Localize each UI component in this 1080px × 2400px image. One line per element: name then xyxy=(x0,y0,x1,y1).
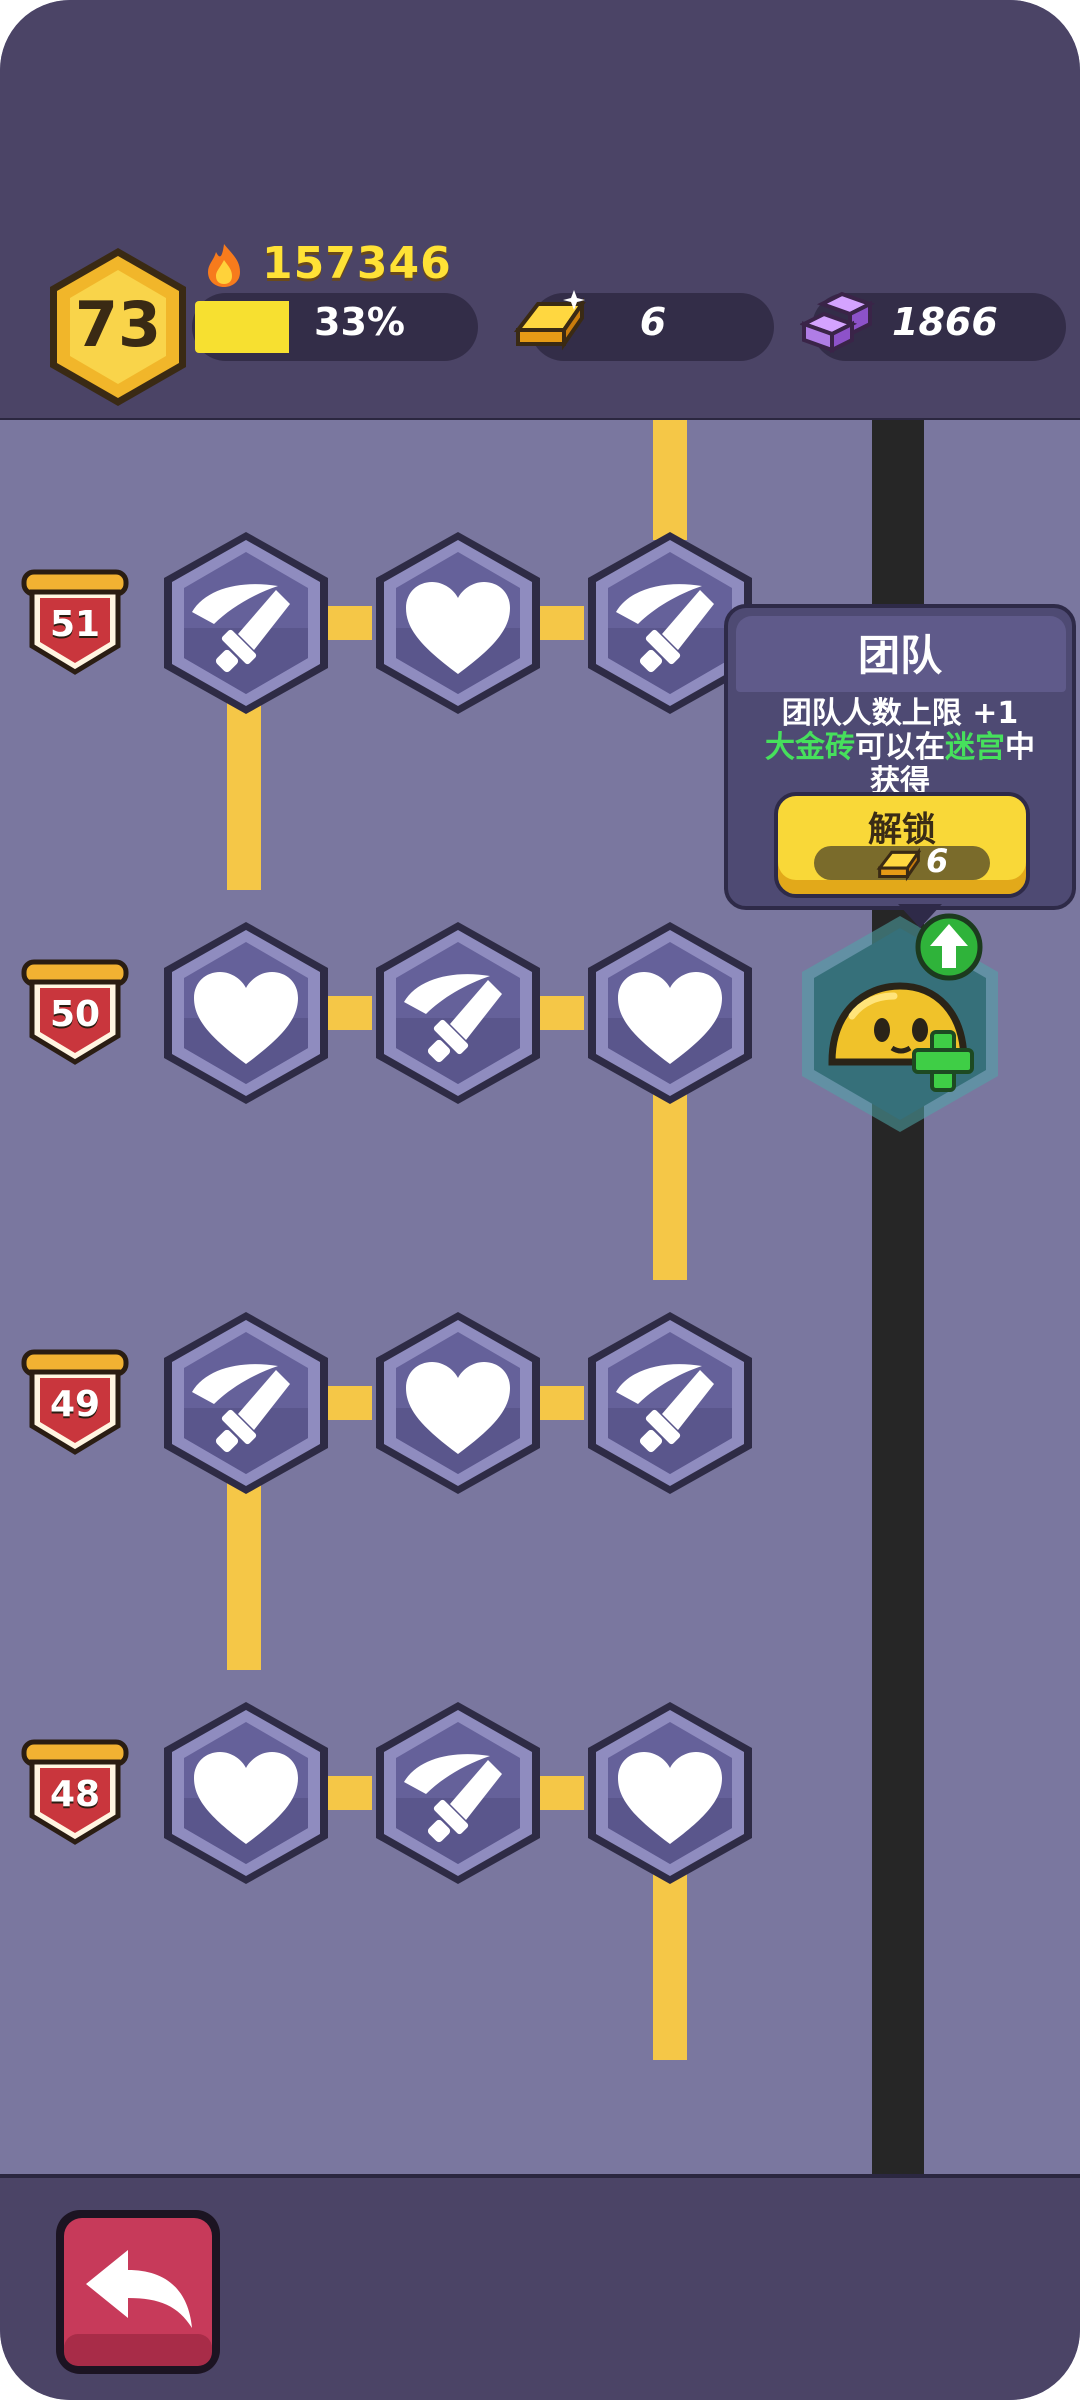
gold-bar-count: 6 xyxy=(639,300,667,344)
top-bar: 73 157346 33% 6 1866 xyxy=(0,0,1080,422)
level-banner-number: 50 xyxy=(49,994,101,1035)
skill-node-sword[interactable] xyxy=(158,528,334,718)
level-banner-number: 51 xyxy=(49,604,101,645)
level-banner-number: 48 xyxy=(49,1774,101,1815)
skill-node-sword[interactable] xyxy=(370,1698,546,1888)
skill-node-sword[interactable] xyxy=(158,1308,334,1498)
connector xyxy=(653,1870,687,2060)
player-level: 73 xyxy=(74,288,162,361)
skill-node-heart[interactable] xyxy=(370,528,546,718)
xp-bar-fill xyxy=(195,301,289,353)
fire-icon xyxy=(208,244,240,287)
skill-node-sword[interactable] xyxy=(370,918,546,1108)
skill-node-heart[interactable] xyxy=(158,1698,334,1888)
score-value: 157346 xyxy=(262,238,452,289)
unlock-button[interactable]: 解锁 6 xyxy=(774,792,1030,898)
back-button[interactable] xyxy=(52,2206,224,2378)
connector xyxy=(653,420,687,540)
level-banner: 51 xyxy=(16,568,134,678)
xp-percent: 33% xyxy=(314,300,405,344)
tooltip-title: 团队 xyxy=(857,631,942,680)
gem-icon xyxy=(800,291,876,354)
level-banner: 48 xyxy=(16,1738,134,1848)
level-banner: 50 xyxy=(16,958,134,1068)
connector xyxy=(227,1480,261,1670)
gold-bar-icon xyxy=(876,847,922,882)
unlock-cost-value: 6 xyxy=(926,842,949,880)
skill-node-heart[interactable] xyxy=(582,1698,758,1888)
skill-node-heart[interactable] xyxy=(582,918,758,1108)
unlock-cost: 6 xyxy=(814,842,990,882)
skill-node-heart[interactable] xyxy=(158,918,334,1108)
game-screen: 73 157346 33% 6 1866 51 50 49 48 团队 团队人数… xyxy=(0,0,1080,2400)
gold-bar-icon xyxy=(513,290,586,351)
connector xyxy=(227,700,261,890)
skill-node-heart[interactable] xyxy=(370,1308,546,1498)
team-tooltip: 团队 团队人数上限 +1 大金砖可以在迷宫中 获得 解锁 6 xyxy=(724,604,1076,910)
bottom-bar xyxy=(0,2174,1080,2400)
level-banner-number: 49 xyxy=(49,1384,101,1425)
tooltip-pointer xyxy=(898,904,942,928)
skill-node-sword[interactable] xyxy=(582,1308,758,1498)
level-banner: 49 xyxy=(16,1348,134,1458)
connector xyxy=(653,1090,687,1280)
gem-count: 1866 xyxy=(892,300,998,344)
